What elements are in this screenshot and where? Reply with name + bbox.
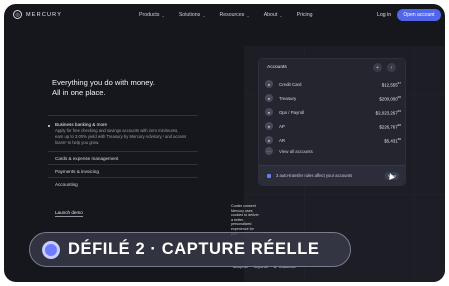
nav-item-products[interactable]: Products ⌄ [139, 12, 165, 18]
account-row[interactable]: ● Ops / Payroll $2,023,26752 [265, 105, 401, 119]
hero-line-1: Everything you do with money. [52, 78, 155, 87]
feature-payments[interactable]: Payments & invoicing [48, 164, 198, 177]
view-all-accounts[interactable]: ⋯ View all accounts [265, 147, 313, 155]
chevron-down-icon: ⌄ [246, 12, 250, 18]
hero-headline: Everything you do with money. All in one… [52, 78, 202, 98]
feature-cards[interactable]: Cards & expense management [48, 151, 198, 164]
launch-demo-link[interactable]: Launch demo [55, 210, 83, 217]
feature-accounting[interactable]: Accounting [48, 177, 198, 190]
account-row[interactable]: ● Credit Card $12,55567 [265, 77, 401, 91]
account-row[interactable]: ● AR $5,43196 [265, 133, 401, 147]
rules-icon [267, 173, 271, 178]
account-name: Ops / Payroll [279, 109, 305, 115]
accounts-title: Accounts [267, 65, 287, 70]
account-name: AR [279, 137, 286, 143]
feature-list: Business banking & more Apply for free c… [48, 115, 198, 190]
account-balance: $12,55567 [381, 80, 401, 88]
account-balance: $200,00000 [379, 94, 401, 102]
logo[interactable]: ◎ MERCURY [13, 10, 62, 19]
accounts-card: Accounts + › ● Credit Card $12,55567 ● T… [258, 58, 406, 186]
chevron-down-icon: ⌄ [202, 12, 206, 18]
nav-item-about[interactable]: About ⌄ [264, 12, 283, 18]
account-icon: ● [265, 122, 273, 130]
chevron-down-icon: ⌄ [279, 12, 283, 18]
scroll-capture-badge: DÉFILÉ 2 · CAPTURE RÉELLE [29, 232, 351, 267]
account-icon: ● [265, 94, 273, 102]
auto-transfer-rules-bar: 3 auto-transfer rules affect your accoun… [259, 165, 405, 185]
account-row[interactable]: ● AP $226,76766 [265, 119, 401, 133]
grid-line [414, 46, 415, 282]
account-row[interactable]: ● Treasury $200,00000 [265, 91, 401, 105]
account-name: AP [279, 123, 285, 129]
logo-text: MERCURY [26, 11, 63, 18]
badge-label: DÉFILÉ 2 · CAPTURE RÉELLE [68, 240, 320, 258]
rules-text: 3 auto-transfer rules affect your accoun… [276, 173, 353, 178]
open-account-button[interactable]: Open account [397, 9, 441, 21]
account-icon: ● [265, 108, 273, 116]
hero-line-2: All in one place. [52, 88, 106, 97]
feature-title: Business banking & more [55, 122, 108, 127]
more-icon: ⋯ [265, 147, 273, 155]
feature-active[interactable]: Business banking & more Apply for free c… [48, 115, 198, 145]
account-icon: ● [265, 80, 273, 88]
chevron-right-icon[interactable]: › [387, 63, 396, 72]
login-link[interactable]: Log in [377, 12, 391, 18]
account-balance: $2,023,26752 [375, 108, 401, 116]
mercury-logo-icon: ◎ [13, 10, 22, 19]
top-nav: ◎ MERCURY Products ⌄ Solutions ⌄ Resources… [4, 4, 445, 26]
browser-frame: ◎ MERCURY Products ⌄ Solutions ⌄ Resources… [4, 4, 445, 282]
active-dot-icon [48, 125, 50, 127]
feature-description: Apply for free checking and savings acco… [55, 128, 187, 145]
account-icon: ● [265, 136, 273, 144]
nav-menu: Products ⌄ Solutions ⌄ Resources ⌄ About ⌄ P… [139, 12, 312, 18]
account-balance: $226,76766 [379, 122, 401, 130]
account-balance: $5,43196 [384, 136, 401, 144]
chevron-down-icon: ⌄ [161, 12, 165, 18]
nav-item-resources[interactable]: Resources ⌄ [220, 12, 250, 18]
record-dot-icon [42, 240, 60, 259]
plus-icon[interactable]: + [373, 63, 382, 72]
account-name: Treasury [279, 95, 297, 101]
nav-item-pricing[interactable]: Pricing [297, 12, 313, 18]
account-name: Credit Card [279, 81, 302, 87]
nav-item-solutions[interactable]: Solutions ⌄ [179, 12, 206, 18]
